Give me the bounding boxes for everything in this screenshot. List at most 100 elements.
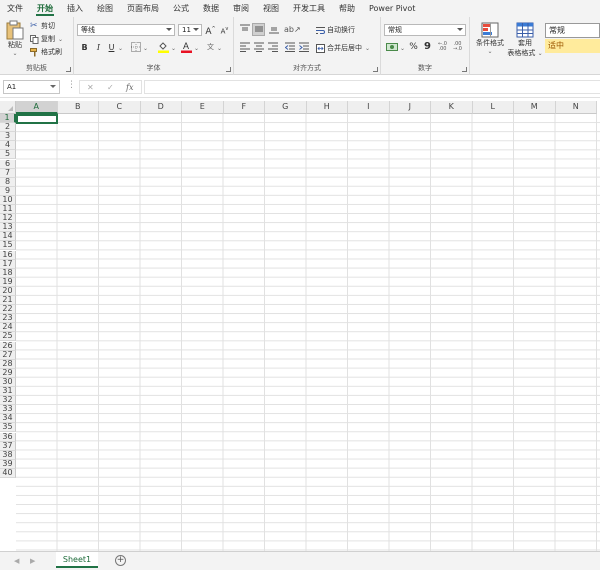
row-header[interactable]: 40 bbox=[0, 468, 16, 478]
font-size-select[interactable]: 11 bbox=[178, 24, 202, 36]
align-center-button[interactable] bbox=[253, 42, 264, 53]
conditional-format-button[interactable]: 条件格式 ⌄ bbox=[474, 22, 506, 55]
accounting-dropdown-icon[interactable]: ⌄ bbox=[400, 45, 405, 52]
grow-font-button[interactable]: A^ bbox=[205, 24, 216, 37]
phonetic-button[interactable]: 文 bbox=[205, 42, 216, 53]
tab-0[interactable]: 文件 bbox=[0, 0, 30, 17]
column-header[interactable]: J bbox=[389, 101, 431, 114]
underline-button[interactable]: U bbox=[106, 42, 117, 53]
fill-color-dropdown-icon[interactable]: ⌄ bbox=[171, 45, 176, 52]
sheet-tab[interactable]: Sheet1 bbox=[56, 552, 98, 568]
increase-decimal-button[interactable]: ←.0.00 bbox=[436, 42, 449, 53]
borders-button[interactable] bbox=[130, 42, 141, 53]
name-box[interactable]: A1 bbox=[3, 80, 60, 94]
formula-input[interactable] bbox=[144, 80, 600, 94]
accounting-icon bbox=[386, 43, 398, 51]
ribbon-tabs: 文件 开始 插入 绘图 页面布局 公式 数据 审阅 视图 开发工具 帮助 Power Pivot bbox=[0, 0, 600, 17]
column-header[interactable]: H bbox=[306, 101, 348, 114]
align-left-button[interactable] bbox=[239, 42, 250, 53]
merge-center-button[interactable]: 合并后居中 ⌄ bbox=[316, 43, 370, 53]
orientation-button[interactable]: ab↗ bbox=[284, 24, 301, 35]
number-launcher-icon[interactable] bbox=[462, 67, 467, 72]
format-as-table-button[interactable]: 套用 表格格式 ⌄ bbox=[507, 22, 543, 58]
phonetic-dropdown-icon[interactable]: ⌄ bbox=[217, 45, 222, 52]
paste-button[interactable]: 粘贴 ⌄ bbox=[4, 20, 26, 57]
percent-button[interactable]: % bbox=[408, 42, 419, 53]
conditional-format-dropdown-icon[interactable]: ⌄ bbox=[487, 48, 492, 55]
decrease-decimal-button[interactable]: .00 →.0 bbox=[451, 42, 464, 53]
accounting-button[interactable] bbox=[385, 42, 399, 53]
format-as-table-label-2-wrap: 表格格式 ⌄ bbox=[507, 48, 542, 58]
column-header[interactable]: G bbox=[265, 101, 307, 114]
font-name-select[interactable]: 等线 bbox=[77, 24, 175, 36]
increase-indent-button[interactable] bbox=[298, 42, 309, 53]
add-sheet-icon[interactable]: + bbox=[115, 555, 126, 566]
column-header[interactable]: A bbox=[16, 101, 58, 114]
format-painter-button[interactable]: 格式刷 bbox=[30, 47, 62, 57]
format-painter-label: 格式刷 bbox=[41, 48, 62, 56]
tab-4[interactable]: 页面布局 bbox=[120, 0, 166, 17]
tab-1[interactable]: 开始 bbox=[30, 0, 60, 17]
number-group: 常规 ⌄ % 9 ←.0.00 .00 →.0 数字 bbox=[381, 17, 470, 75]
format-as-table-label-1: 套用 bbox=[518, 39, 532, 47]
column-header[interactable]: N bbox=[555, 101, 597, 114]
bold-button[interactable]: B bbox=[79, 42, 90, 53]
shrink-font-button[interactable]: Av bbox=[219, 24, 230, 35]
fill-color-button[interactable] bbox=[158, 41, 169, 53]
tab-5[interactable]: 公式 bbox=[166, 0, 196, 17]
column-header[interactable]: K bbox=[431, 101, 473, 114]
formula-bar-resize-icon[interactable]: ⋮ bbox=[67, 80, 76, 90]
column-header[interactable]: I bbox=[348, 101, 390, 114]
clipboard-group-label: 剪贴板 bbox=[26, 64, 47, 72]
tab-3[interactable]: 绘图 bbox=[90, 0, 120, 17]
style-normal-cell[interactable]: 常规 bbox=[545, 23, 600, 38]
prev-sheet-icon[interactable]: ◀ bbox=[14, 557, 19, 565]
tab-8[interactable]: 视图 bbox=[256, 0, 286, 17]
alignment-launcher-icon[interactable] bbox=[373, 67, 378, 72]
cut-button[interactable]: ✂ 剪切 bbox=[30, 21, 55, 31]
copy-button[interactable]: 复制 ⌄ bbox=[30, 34, 63, 44]
tab-2[interactable]: 插入 bbox=[60, 0, 90, 17]
column-header[interactable]: L bbox=[472, 101, 514, 114]
conditional-format-icon bbox=[481, 22, 499, 38]
font-color-dropdown-icon[interactable]: ⌄ bbox=[194, 45, 199, 52]
font-launcher-icon[interactable] bbox=[226, 67, 231, 72]
tab-7[interactable]: 审阅 bbox=[226, 0, 256, 17]
active-cell[interactable] bbox=[16, 114, 58, 124]
column-header[interactable]: F bbox=[223, 101, 265, 114]
borders-dropdown-icon[interactable]: ⌄ bbox=[143, 45, 148, 52]
wrap-text-button[interactable]: 自动换行 bbox=[316, 25, 355, 35]
tab-9[interactable]: 开发工具 bbox=[286, 0, 332, 17]
format-as-table-dropdown-icon[interactable]: ⌄ bbox=[538, 50, 543, 57]
column-header[interactable]: D bbox=[140, 101, 182, 114]
insert-function-icon[interactable]: fx bbox=[126, 83, 133, 92]
underline-dropdown-icon[interactable]: ⌄ bbox=[118, 45, 123, 52]
borders-icon bbox=[130, 42, 141, 52]
column-header[interactable]: C bbox=[99, 101, 141, 114]
decrease-indent-button[interactable] bbox=[284, 42, 295, 53]
tab-11[interactable]: Power Pivot bbox=[362, 0, 422, 17]
column-header[interactable]: B bbox=[57, 101, 99, 114]
cells-area[interactable] bbox=[16, 114, 600, 551]
copy-dropdown-icon[interactable]: ⌄ bbox=[58, 36, 63, 43]
enter-icon[interactable]: ✓ bbox=[107, 83, 114, 92]
next-sheet-icon[interactable]: ▶ bbox=[30, 557, 35, 565]
column-header[interactable]: M bbox=[514, 101, 556, 114]
font-color-button[interactable]: A bbox=[181, 41, 192, 53]
name-box-value: A1 bbox=[7, 83, 17, 91]
comma-style-button[interactable]: 9 bbox=[422, 41, 433, 52]
paste-dropdown-icon[interactable]: ⌄ bbox=[12, 50, 17, 57]
align-bottom-button[interactable] bbox=[268, 24, 279, 35]
clipboard-launcher-icon[interactable] bbox=[66, 67, 71, 72]
style-neutral-cell[interactable]: 适中 bbox=[545, 39, 600, 53]
italic-button[interactable]: I bbox=[93, 42, 104, 53]
tab-10[interactable]: 帮助 bbox=[332, 0, 362, 17]
align-top-button[interactable] bbox=[239, 24, 250, 35]
tab-6[interactable]: 数据 bbox=[196, 0, 226, 17]
merge-dropdown-icon[interactable]: ⌄ bbox=[365, 45, 370, 52]
column-header[interactable]: E bbox=[182, 101, 224, 114]
number-format-select[interactable]: 常规 bbox=[384, 24, 466, 36]
align-middle-button[interactable] bbox=[252, 23, 265, 36]
align-right-button[interactable] bbox=[267, 42, 278, 53]
cancel-icon[interactable]: ✕ bbox=[87, 83, 94, 92]
